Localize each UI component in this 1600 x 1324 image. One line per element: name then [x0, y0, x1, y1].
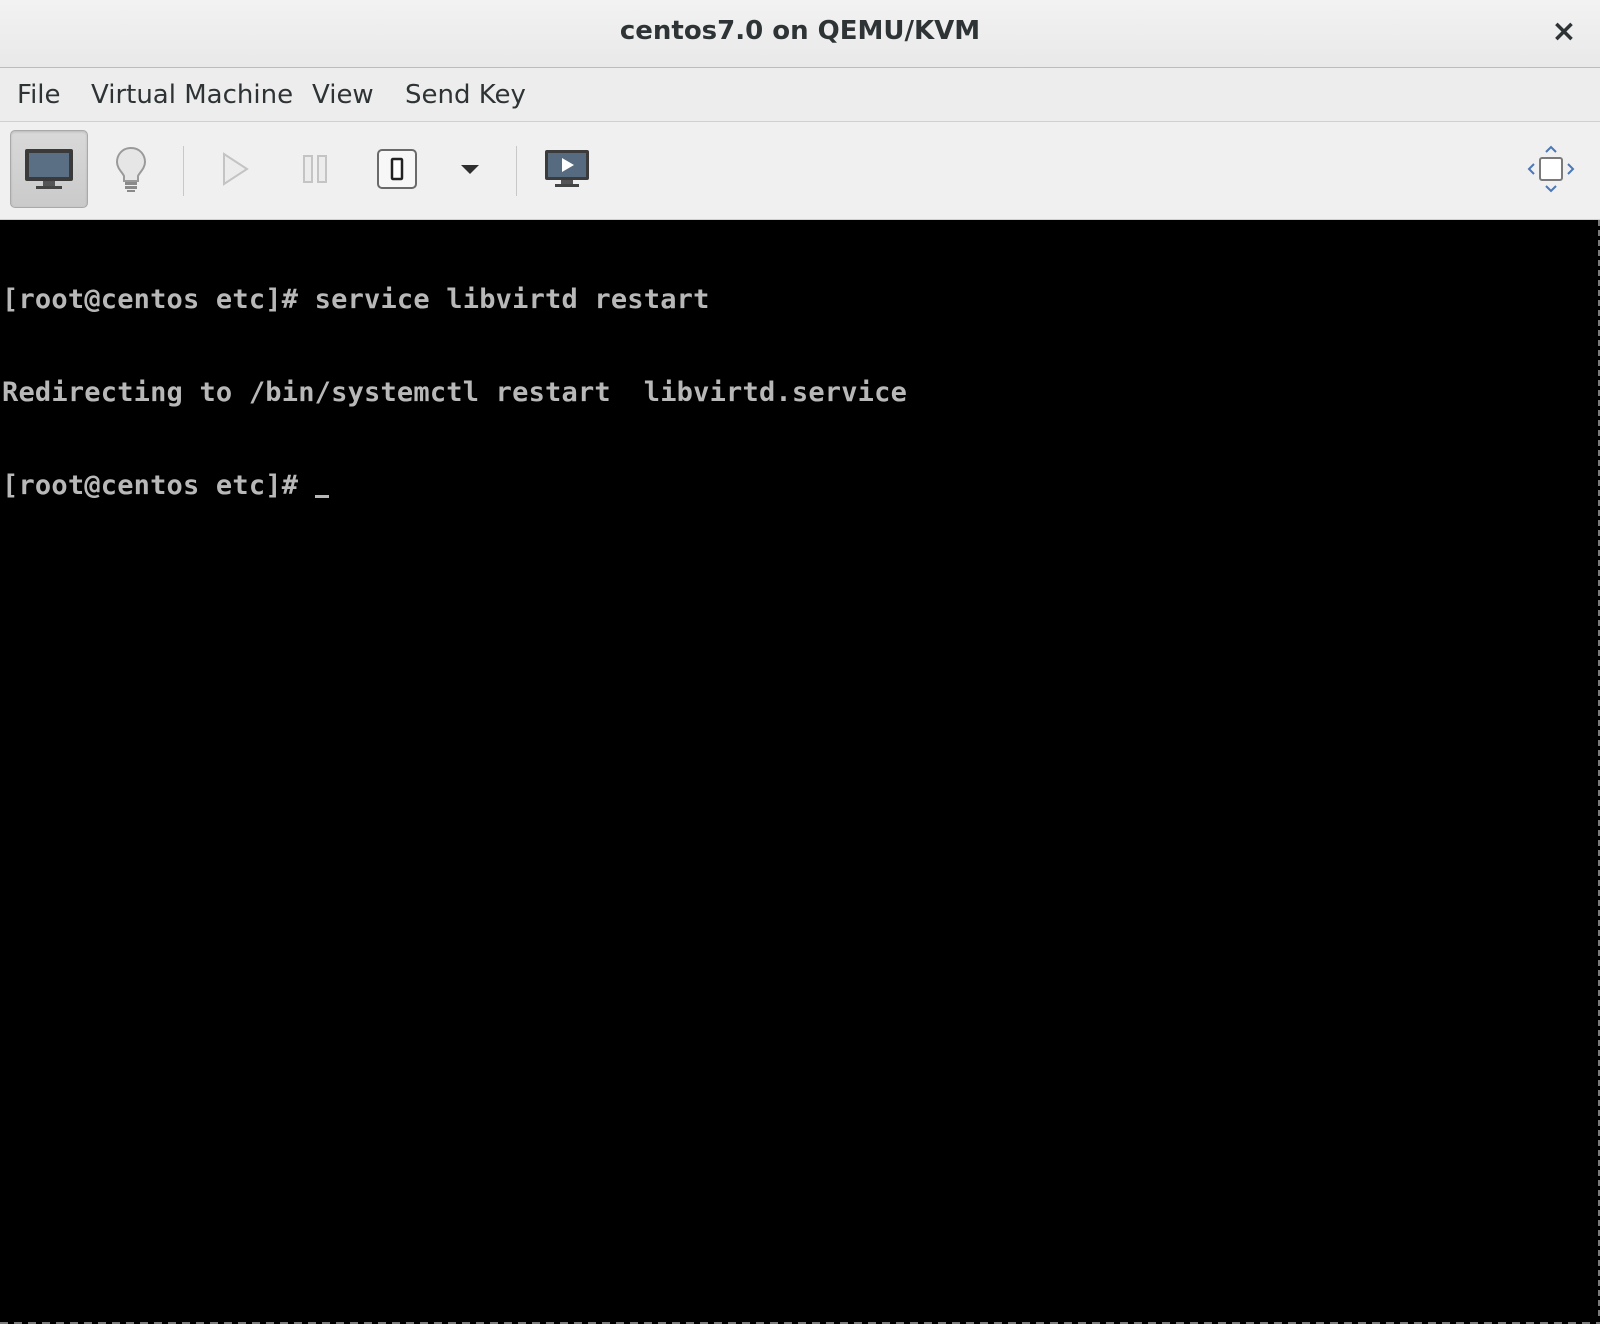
shutdown-menu-button[interactable]: [432, 130, 508, 208]
fullscreen-button[interactable]: [1512, 130, 1590, 208]
console-prompt: [root@centos etc]#: [2, 470, 315, 501]
menu-send-key[interactable]: Send Key: [405, 78, 526, 112]
pause-button[interactable]: [276, 130, 354, 208]
console-line: [root@centos etc]# service libvirtd rest…: [2, 284, 710, 315]
fullscreen-icon: [1527, 145, 1575, 193]
toolbar-separator: [516, 146, 517, 196]
console-output: [root@centos etc]# service libvirtd rest…: [2, 222, 907, 563]
lightbulb-icon: [115, 146, 147, 192]
console-prompt-line: [root@centos etc]#: [2, 470, 907, 501]
menu-bar: File Virtual Machine View Send Key: [0, 68, 1600, 122]
screen-play-icon: [545, 150, 589, 187]
vm-console-display[interactable]: [root@centos etc]# service libvirtd rest…: [0, 220, 1600, 1324]
power-icon: [377, 149, 417, 189]
toolbar-separator: [183, 146, 184, 196]
console-line: Redirecting to /bin/systemctl restart li…: [2, 377, 908, 408]
run-button[interactable]: [196, 130, 274, 208]
play-icon: [223, 152, 249, 186]
menu-virtual-machine[interactable]: Virtual Machine: [91, 78, 293, 112]
toolbar: [0, 122, 1600, 220]
virt-viewer-window: centos7.0 on QEMU/KVM × File Virtual Mac…: [0, 0, 1600, 1324]
monitor-icon: [25, 149, 73, 189]
text-cursor: [314, 495, 329, 498]
show-console-button[interactable]: [10, 130, 88, 208]
menu-view[interactable]: View: [312, 78, 374, 112]
snapshots-button[interactable]: [528, 130, 606, 208]
title-bar: centos7.0 on QEMU/KVM ×: [0, 0, 1600, 68]
chevron-down-icon: [461, 165, 479, 174]
window-title: centos7.0 on QEMU/KVM: [619, 16, 981, 46]
shutdown-button[interactable]: [358, 130, 436, 208]
pause-icon: [303, 155, 327, 183]
details-button[interactable]: [92, 130, 170, 208]
menu-file[interactable]: File: [17, 78, 61, 112]
close-button[interactable]: ×: [1546, 12, 1582, 52]
